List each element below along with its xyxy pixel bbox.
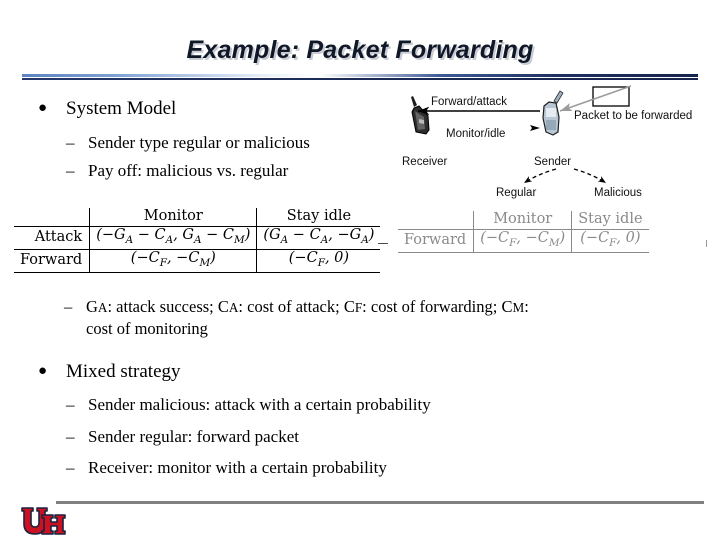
footer-divider bbox=[56, 501, 704, 504]
bullet-marker-icon: ● bbox=[38, 363, 48, 379]
dash-marker-icon: – bbox=[66, 133, 75, 152]
sub-bullet-sender-type: – Sender type regular or malicious bbox=[66, 133, 310, 153]
notation-text-3: : cost of forwarding; bbox=[362, 297, 502, 316]
column-header-monitor: Monitor bbox=[89, 208, 257, 227]
notation-text-1: : attack success; bbox=[107, 297, 218, 316]
sub-bullet-receiver-monitor: – Receiver: monitor with a certain proba… bbox=[66, 458, 387, 478]
label-forward-attack: Forward/attack bbox=[431, 96, 508, 108]
sender-regular-branch bbox=[523, 168, 557, 184]
payoff-cell: (−GA − CA, GA − CM) bbox=[89, 226, 257, 250]
uh-logo bbox=[21, 507, 66, 535]
sub-bullet-label: Sender malicious: attack with a certain … bbox=[88, 395, 431, 414]
matrix-corner-cell bbox=[398, 211, 474, 230]
title-divider bbox=[22, 74, 698, 83]
sub-bullet-label: Pay off: malicious vs. regular bbox=[88, 161, 289, 180]
bullet-label: Mixed strategy bbox=[66, 361, 181, 382]
table-header-row: Monitor Stay idle bbox=[14, 208, 381, 227]
packet-rectangle-icon bbox=[592, 86, 630, 107]
dash-marker-icon: – bbox=[66, 427, 75, 446]
table-row: Forward (−CF, −CM) (−CF, 0) bbox=[14, 248, 381, 273]
symbol-ca: CA bbox=[217, 297, 239, 316]
table-header-row: Monitor Stay idle bbox=[398, 211, 649, 230]
payoff-cell: (GA − CA, −GA) bbox=[256, 226, 381, 250]
sender-phone-icon bbox=[542, 90, 564, 136]
payoff-matrix-right: Monitor Stay idle Forward (−CF, −CM) (−C… bbox=[398, 211, 649, 253]
row-header-forward: Forward bbox=[398, 229, 475, 253]
notation-text-2: : cost of attack; bbox=[238, 297, 344, 316]
dash-marker-icon: – bbox=[64, 297, 73, 316]
sub-bullet-label: Receiver: monitor with a certain probabi… bbox=[88, 458, 387, 477]
table-row: Forward (−CF, −CM) (−CF, 0) bbox=[398, 229, 649, 253]
sub-bullet-sender-malicious: – Sender malicious: attack with a certai… bbox=[66, 395, 431, 415]
row-header-forward: Forward bbox=[14, 248, 91, 273]
column-header-monitor: Monitor bbox=[473, 211, 572, 230]
payoff-cell: (−CF, −CM) bbox=[89, 248, 257, 273]
notation-legend: – GA: attack success; CA: cost of attack;… bbox=[64, 296, 706, 339]
matrix-corner-cell bbox=[14, 208, 90, 227]
payoff-cell: (−CF, −CM) bbox=[473, 229, 572, 253]
bullet-system-model: ● System Model bbox=[38, 98, 177, 120]
sub-bullet-label: Sender type regular or malicious bbox=[88, 133, 310, 152]
payoff-table: Monitor Stay idle Attack (−GA − CA, GA −… bbox=[14, 208, 381, 273]
row-header-attack: Attack bbox=[14, 226, 91, 250]
column-header-stay-idle: Stay idle bbox=[571, 211, 649, 230]
label-packet: Packet to be forwarded bbox=[574, 110, 693, 122]
page-title: Example: Packet Forwarding bbox=[186, 36, 534, 64]
dash-marker-icon: – bbox=[66, 395, 75, 414]
payoff-cell: (−CF, 0) bbox=[571, 229, 649, 253]
payoff-table: Monitor Stay idle Forward (−CF, −CM) (−C… bbox=[398, 211, 649, 253]
bullet-marker-icon: ● bbox=[38, 100, 48, 116]
label-malicious: Malicious bbox=[594, 187, 642, 199]
dash-marker-icon: – bbox=[66, 458, 75, 477]
dash-marker-icon: – bbox=[66, 161, 75, 180]
packet-forwarding-diagram: Forward/attack Monitor/idle Receiver Sen… bbox=[388, 84, 720, 206]
label-sender: Sender bbox=[534, 156, 572, 168]
label-receiver: Receiver bbox=[402, 156, 448, 168]
bullet-mixed-strategy: ● Mixed strategy bbox=[38, 361, 181, 383]
symbol-cm: CM bbox=[501, 297, 525, 316]
table-row: Attack (−GA − CA, GA − CM) (GA − CA, −GA… bbox=[14, 226, 381, 250]
matrix-separator-dash bbox=[378, 243, 388, 245]
label-monitor-idle: Monitor/idle bbox=[446, 128, 506, 140]
matrix-edge-tick bbox=[706, 240, 708, 247]
payoff-matrix-left: Monitor Stay idle Attack (−GA − CA, GA −… bbox=[14, 208, 381, 273]
receiver-phone-icon bbox=[411, 96, 430, 135]
sub-bullet-sender-regular: – Sender regular: forward packet bbox=[66, 427, 299, 447]
notation-line-2: cost of monitoring bbox=[86, 319, 208, 338]
sub-bullet-payoff: – Pay off: malicious vs. regular bbox=[66, 161, 289, 181]
symbol-ga: GA bbox=[86, 297, 108, 316]
sub-bullet-label: Sender regular: forward packet bbox=[88, 427, 299, 446]
notation-text-4: : bbox=[524, 297, 529, 316]
label-regular: Regular bbox=[496, 187, 537, 199]
payoff-cell: (−CF, 0) bbox=[256, 248, 381, 273]
column-header-stay-idle: Stay idle bbox=[256, 208, 381, 227]
slide: Example: Packet Forwarding ● System Mode… bbox=[0, 0, 720, 540]
bullet-label: System Model bbox=[66, 98, 177, 119]
monitor-idle-arrow bbox=[530, 125, 540, 131]
sender-malicious-branch bbox=[573, 168, 607, 184]
symbol-cf: CF bbox=[343, 297, 363, 316]
